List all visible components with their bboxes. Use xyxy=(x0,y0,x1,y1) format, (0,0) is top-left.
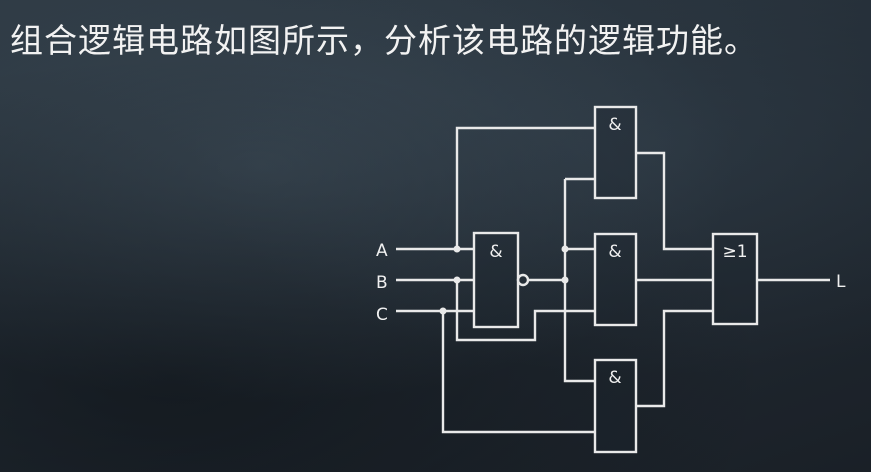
output-label-l: L xyxy=(836,272,846,292)
logic-circuit-diagram: & & & & ≥1 A B C L xyxy=(376,105,846,454)
input-label-a: A xyxy=(376,241,388,261)
inverter-bubble xyxy=(516,273,530,287)
or-gate: ≥1 xyxy=(711,232,759,326)
and-gate-top: & xyxy=(593,105,638,200)
or-gate-symbol: ≥1 xyxy=(722,242,747,262)
and-gate-top-symbol: & xyxy=(608,115,621,135)
and-gate-middle: & xyxy=(593,232,638,327)
and-gate-middle-symbol: & xyxy=(608,242,621,262)
blackboard: 组合逻辑电路如图所示，分析该电路的逻辑功能。 & & & & ≥1 A B C xyxy=(0,0,871,472)
and-gate-bottom-symbol: & xyxy=(608,368,621,388)
nand-gate-symbol: & xyxy=(489,242,502,262)
wire-nand-output xyxy=(528,177,595,383)
input-label-c: C xyxy=(376,305,388,325)
input-label-b: B xyxy=(376,273,388,293)
wire-and-outputs xyxy=(636,151,713,408)
and-gate-bottom: & xyxy=(593,358,638,454)
nand-gate: & xyxy=(472,231,530,329)
